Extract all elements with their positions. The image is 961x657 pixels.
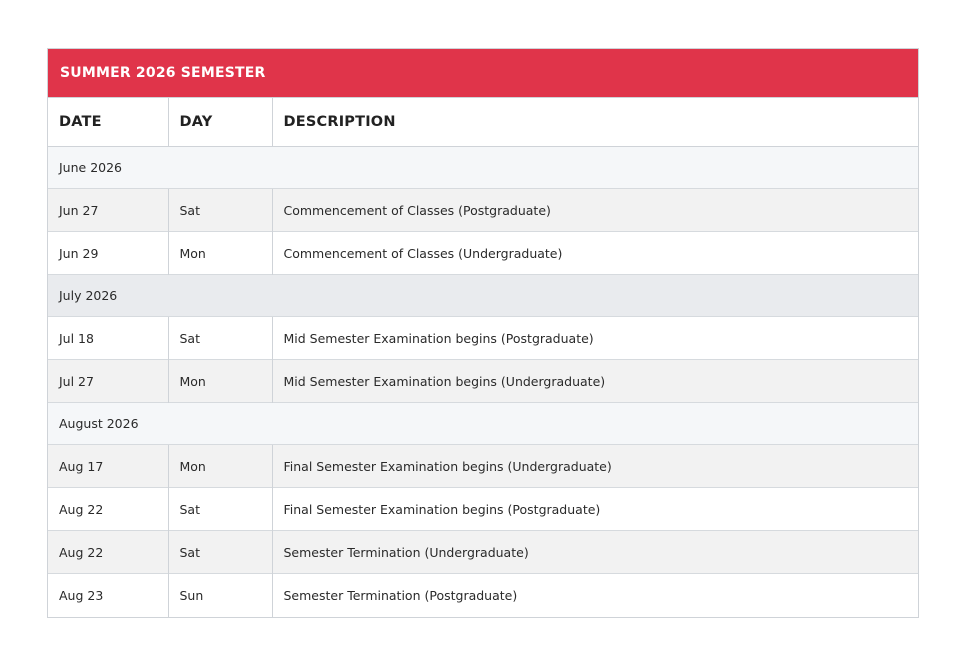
event-date: Jul 18 <box>48 316 168 360</box>
event-description: Semester Termination (Undergraduate) <box>271 530 918 574</box>
event-day: Sat <box>167 530 272 574</box>
event-description: Semester Termination (Postgraduate) <box>271 573 918 617</box>
event-date: Jul 27 <box>48 359 168 403</box>
event-date: Aug 17 <box>48 444 168 488</box>
table-row: Aug 23 Sun Semester Termination (Postgra… <box>48 573 918 617</box>
academic-calendar: SUMMER 2026 SEMESTER DATE DAY DESCRIPTIO… <box>47 48 919 618</box>
table-row: Aug 22 Sat Final Semester Examination be… <box>48 487 918 531</box>
event-day: Sun <box>167 573 272 617</box>
event-day: Sat <box>167 188 272 232</box>
month-row-june: June 2026 <box>48 146 918 189</box>
month-label: July 2026 <box>48 274 918 317</box>
month-label: August 2026 <box>48 402 918 445</box>
month-label: June 2026 <box>48 146 918 189</box>
table-row: Jun 29 Mon Commencement of Classes (Unde… <box>48 231 918 275</box>
event-description: Commencement of Classes (Postgraduate) <box>271 188 918 232</box>
event-date: Aug 22 <box>48 487 168 531</box>
column-header-date: DATE <box>48 97 168 147</box>
calendar-title: SUMMER 2026 SEMESTER <box>48 49 918 97</box>
event-description: Final Semester Examination begins (Postg… <box>271 487 918 531</box>
calendar-table: DATE DAY DESCRIPTION June 2026 Jun 27 Sa… <box>48 97 918 617</box>
event-day: Sat <box>167 487 272 531</box>
event-date: Jun 29 <box>48 231 168 275</box>
event-day: Mon <box>167 359 272 403</box>
table-row: Jul 27 Mon Mid Semester Examination begi… <box>48 359 918 403</box>
column-header-description: DESCRIPTION <box>271 97 918 147</box>
event-day: Sat <box>167 316 272 360</box>
table-row: Aug 22 Sat Semester Termination (Undergr… <box>48 530 918 574</box>
month-row-august: August 2026 <box>48 402 918 445</box>
event-description: Mid Semester Examination begins (Postgra… <box>271 316 918 360</box>
event-date: Aug 23 <box>48 573 168 617</box>
event-date: Aug 22 <box>48 530 168 574</box>
event-day: Mon <box>167 231 272 275</box>
table-row: Aug 17 Mon Final Semester Examination be… <box>48 444 918 488</box>
event-day: Mon <box>167 444 272 488</box>
event-description: Commencement of Classes (Undergraduate) <box>271 231 918 275</box>
event-date: Jun 27 <box>48 188 168 232</box>
table-row: Jun 27 Sat Commencement of Classes (Post… <box>48 188 918 232</box>
event-description: Final Semester Examination begins (Under… <box>271 444 918 488</box>
event-description: Mid Semester Examination begins (Undergr… <box>271 359 918 403</box>
month-row-july: July 2026 <box>48 274 918 317</box>
table-row: Jul 18 Sat Mid Semester Examination begi… <box>48 316 918 360</box>
column-header-day: DAY <box>167 97 272 147</box>
header-row: DATE DAY DESCRIPTION <box>48 97 918 147</box>
